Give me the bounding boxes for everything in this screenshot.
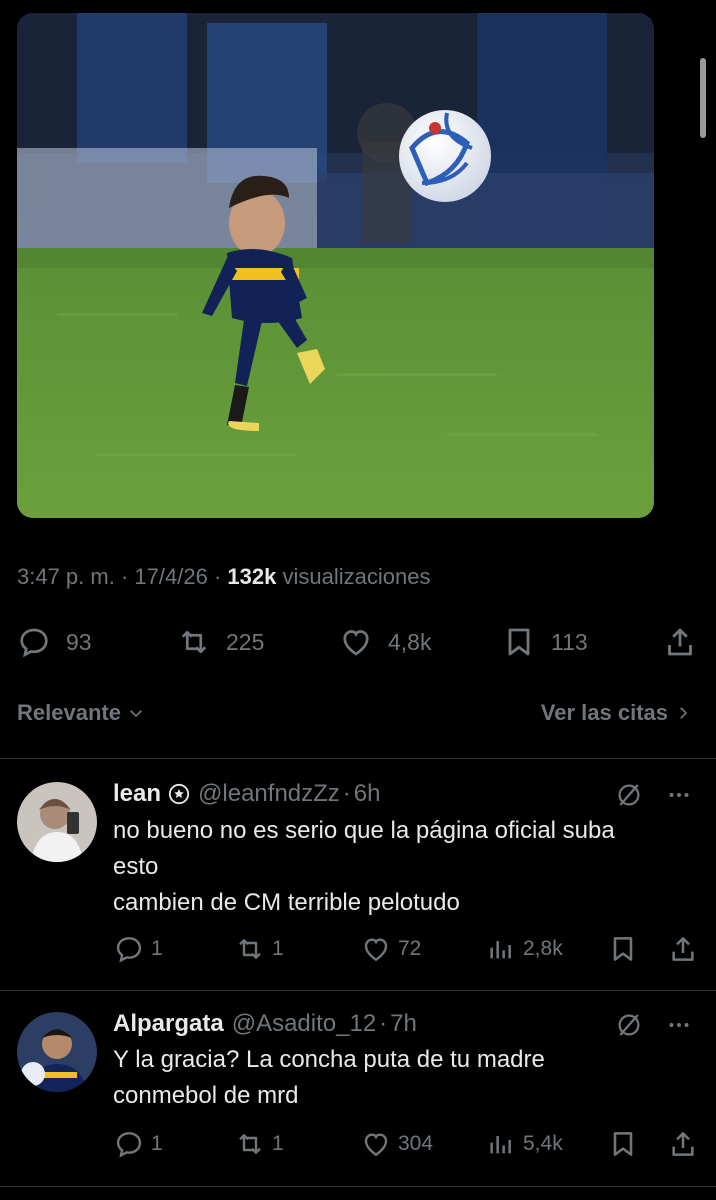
reply-action-bar: 1 1 304 5,4k: [0, 1126, 716, 1162]
repost-button[interactable]: 1: [234, 931, 284, 967]
post-time: 3:47 p. m.: [17, 564, 115, 589]
view-quotes-link[interactable]: Ver las citas: [541, 700, 692, 726]
reply-icon: [116, 1132, 142, 1158]
views-button[interactable]: 2,8k: [485, 931, 563, 967]
like-button[interactable]: 304: [360, 1126, 433, 1162]
reply-count: 93: [66, 628, 92, 655]
grok-icon[interactable]: [614, 780, 644, 810]
views-label: visualizaciones: [282, 564, 431, 589]
share-button[interactable]: [662, 620, 698, 664]
reply-item[interactable]: Alpargata @Asadito_12 · 7h Y la gracia? …: [0, 992, 716, 1192]
reply-text: Y la gracia? La concha puta de tu madre …: [113, 1046, 545, 1109]
reply-button[interactable]: 1: [113, 931, 163, 967]
reply-header: lean @leanfndzZz · 6h: [113, 780, 381, 808]
replies-sort-bar: Relevante Ver las citas: [0, 700, 716, 732]
reply-button[interactable]: 1: [113, 1126, 163, 1162]
like-button[interactable]: 72: [360, 931, 421, 967]
post-timestamp-and-views: 3:47 p. m. · 17/4/26 · 132k visualizacio…: [17, 564, 431, 589]
reply-header: Alpargata @Asadito_12 · 7h: [113, 1010, 417, 1038]
avatar[interactable]: [17, 782, 97, 862]
reply-author-handle[interactable]: @Asadito_12: [232, 1010, 376, 1038]
divider: [0, 758, 716, 759]
reply-time: 6h: [353, 780, 381, 807]
views-button[interactable]: 5,4k: [485, 1126, 563, 1162]
reply-icon: [116, 937, 142, 963]
chevron-down-icon: [130, 710, 142, 718]
reply-author-handle[interactable]: @leanfndzZz: [198, 780, 340, 808]
share-button[interactable]: [667, 1126, 699, 1162]
reply-time: 7h: [390, 1010, 417, 1037]
repost-button[interactable]: 225: [176, 620, 264, 664]
repost-icon: [181, 630, 207, 654]
repost-count: 225: [226, 628, 265, 655]
bookmark-icon: [613, 1132, 633, 1156]
heart-icon: [364, 1133, 388, 1157]
like-button[interactable]: 4,8k: [338, 620, 431, 664]
bookmark-icon: [508, 628, 530, 656]
grok-icon[interactable]: [614, 1010, 644, 1040]
verified-badge-icon: [168, 783, 190, 805]
avatar[interactable]: [17, 1012, 97, 1092]
view-quotes-label: Ver las citas: [540, 700, 668, 725]
reply-author-name[interactable]: Alpargata: [113, 1010, 224, 1038]
sort-dropdown[interactable]: Relevante: [17, 700, 145, 726]
share-icon: [668, 628, 692, 656]
scrollbar[interactable]: [700, 58, 706, 138]
bookmark-icon: [613, 937, 633, 961]
divider: [0, 1186, 716, 1187]
reply-button[interactable]: 93: [16, 620, 92, 664]
chevron-right-icon: [680, 707, 688, 719]
reply-text: no bueno no es serio que la página ofici…: [113, 817, 615, 916]
reply-icon: [20, 628, 48, 658]
reply-item[interactable]: lean @leanfndzZz · 6h no bueno no es ser…: [0, 760, 716, 990]
more-options-icon[interactable]: [664, 1010, 694, 1040]
post-date: 17/4/26: [134, 564, 208, 589]
repost-icon: [239, 939, 261, 959]
like-count: 4,8k: [388, 628, 432, 655]
bookmark-count: 113: [551, 628, 588, 655]
bookmark-button[interactable]: [607, 1126, 639, 1162]
analytics-icon: [490, 1136, 511, 1154]
divider: [0, 990, 716, 991]
share-icon: [672, 937, 694, 961]
reply-header-icons: [594, 780, 694, 810]
repost-button[interactable]: 1: [234, 1126, 284, 1162]
share-button[interactable]: [667, 931, 699, 967]
bookmark-button[interactable]: 113: [501, 620, 588, 664]
heart-icon: [343, 630, 369, 656]
reply-author-name[interactable]: lean: [113, 780, 161, 808]
share-icon: [672, 1132, 694, 1156]
views-count: 132k: [227, 564, 277, 589]
post-media-image[interactable]: [17, 13, 654, 518]
post-action-bar: 93 225 4,8k 113: [0, 620, 716, 664]
heart-icon: [364, 938, 388, 962]
reply-action-bar: 1 1 72 2,8k: [0, 931, 716, 967]
more-options-icon[interactable]: [664, 780, 694, 810]
repost-icon: [239, 1134, 261, 1154]
reply-header-icons: [594, 1010, 694, 1040]
sort-label: Relevante: [17, 700, 121, 725]
analytics-icon: [490, 941, 511, 959]
bookmark-button[interactable]: [607, 931, 639, 967]
